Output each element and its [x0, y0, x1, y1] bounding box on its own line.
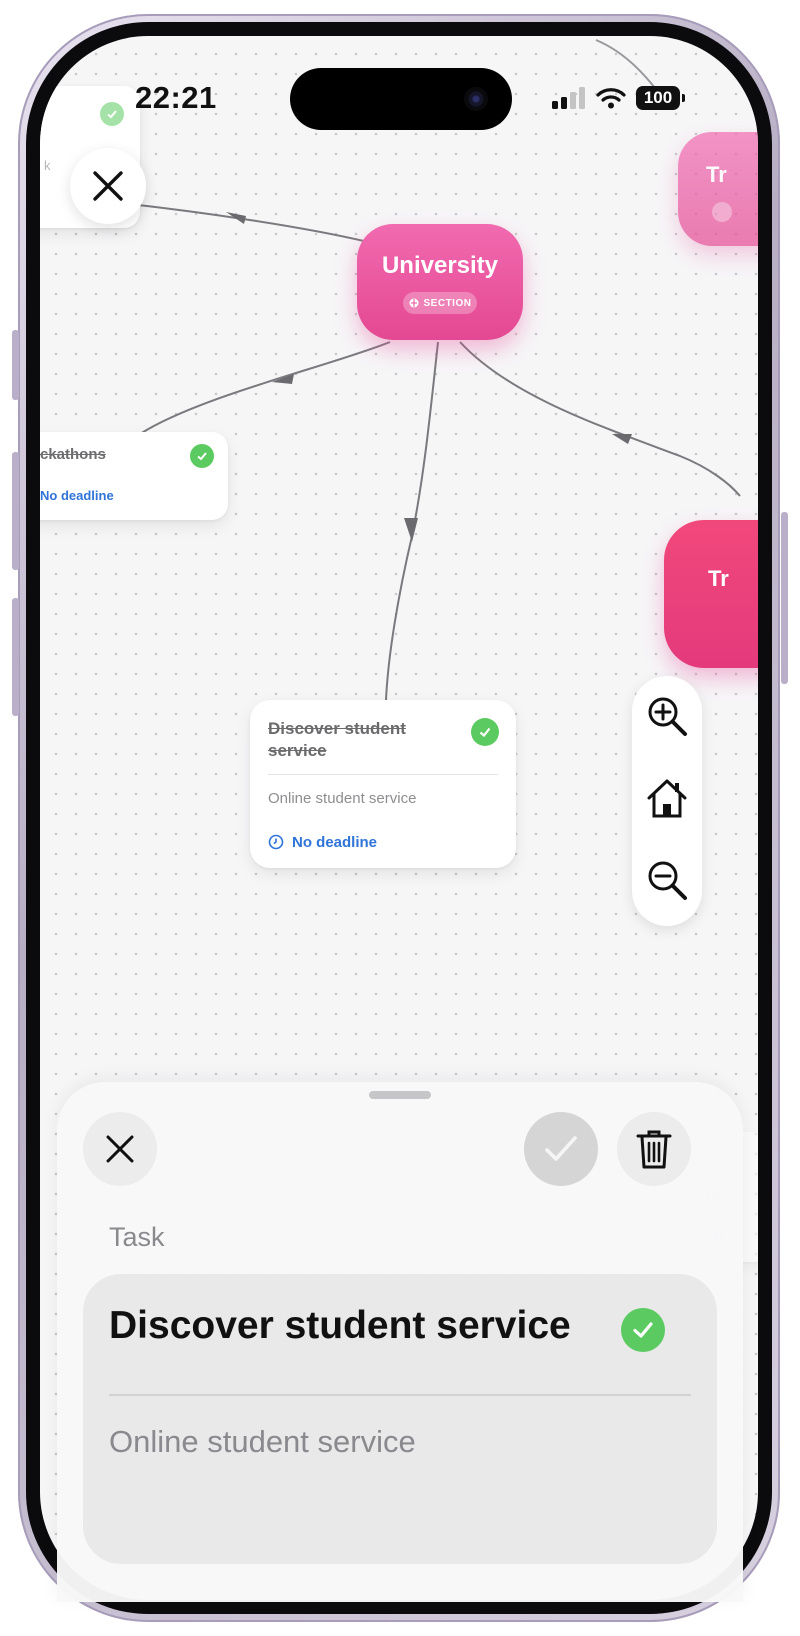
center-task-card[interactable]: Discover student service Online student … [250, 700, 516, 868]
check-icon [100, 102, 124, 126]
check-icon [471, 718, 499, 746]
delete-task-button[interactable] [617, 1112, 691, 1186]
section-chip: SECTION [403, 292, 477, 314]
checkmark-icon [545, 1136, 577, 1161]
top-left-card-text: k [44, 158, 51, 173]
battery-indicator: 100 [636, 86, 685, 110]
sheet-grabber[interactable] [369, 1091, 431, 1099]
power-button [781, 512, 788, 684]
edge-arrow-right [612, 434, 632, 444]
section-chip-label: SECTION [423, 297, 472, 309]
house-icon [647, 779, 687, 818]
partial-section-node-right[interactable]: Tr [664, 520, 758, 668]
close-sheet-button[interactable] [83, 1112, 157, 1186]
mark-complete-button[interactable] [524, 1112, 598, 1186]
partial-section-node-top[interactable]: Tr [678, 132, 758, 246]
edge-university-to-top-card [129, 203, 369, 243]
partial-section-title: Tr [706, 162, 727, 187]
battery-level: 100 [643, 88, 673, 107]
section-title: University [381, 252, 499, 279]
center-card-divider [268, 774, 498, 775]
close-icon [106, 1135, 134, 1163]
center-card-deadline: No deadline [292, 834, 378, 851]
completed-check-icon[interactable] [621, 1308, 665, 1352]
edge-university-to-right-node [459, 341, 741, 497]
magnifier-plus-icon [648, 697, 687, 736]
clock-icon [268, 834, 284, 850]
edge-arrow-top [226, 212, 246, 224]
task-detail-sheet: Task Discover student service Online stu… [57, 1082, 743, 1602]
status-time: 22:21 [135, 80, 217, 115]
cellular-signal-icon [552, 87, 585, 109]
edge-top-right [595, 39, 659, 93]
task-description-input[interactable]: Online student service [109, 1424, 416, 1460]
trash-icon [636, 1130, 672, 1169]
zoom-in-button[interactable] [643, 692, 691, 740]
left-card-deadline: No deadline [40, 488, 114, 503]
close-icon [93, 171, 123, 201]
left-card-title: ckathons [40, 446, 106, 463]
center-card-description: Online student service [268, 790, 417, 807]
left-task-card[interactable]: ckathons No deadline [40, 432, 228, 520]
partial-section-title: Tr [708, 566, 729, 591]
magnifier-minus-icon [648, 861, 687, 900]
volume-up-button [12, 452, 19, 570]
dynamic-island [290, 68, 512, 130]
task-divider [109, 1394, 691, 1396]
center-card-title: Discover student service [268, 719, 406, 760]
edge-university-to-left-card [139, 341, 391, 435]
check-icon [190, 444, 214, 468]
wifi-icon [596, 88, 626, 109]
field-label: Task [109, 1222, 165, 1252]
front-camera [464, 87, 488, 111]
close-canvas-button[interactable] [70, 148, 146, 224]
section-node-university[interactable]: University SECTION [357, 224, 523, 340]
status-icons: 100 [552, 86, 685, 110]
zoom-controls [632, 676, 702, 926]
task-title-input[interactable]: Discover student service [109, 1304, 571, 1348]
zoom-out-button[interactable] [643, 856, 691, 904]
partial-section-chip-dot [712, 202, 732, 222]
task-edit-box[interactable]: Discover student service Online student … [83, 1274, 717, 1564]
volume-down-button [12, 598, 19, 716]
edge-arrow-center [404, 518, 418, 542]
home-button[interactable] [643, 774, 691, 822]
section-icon [409, 298, 419, 308]
action-button [12, 330, 19, 400]
